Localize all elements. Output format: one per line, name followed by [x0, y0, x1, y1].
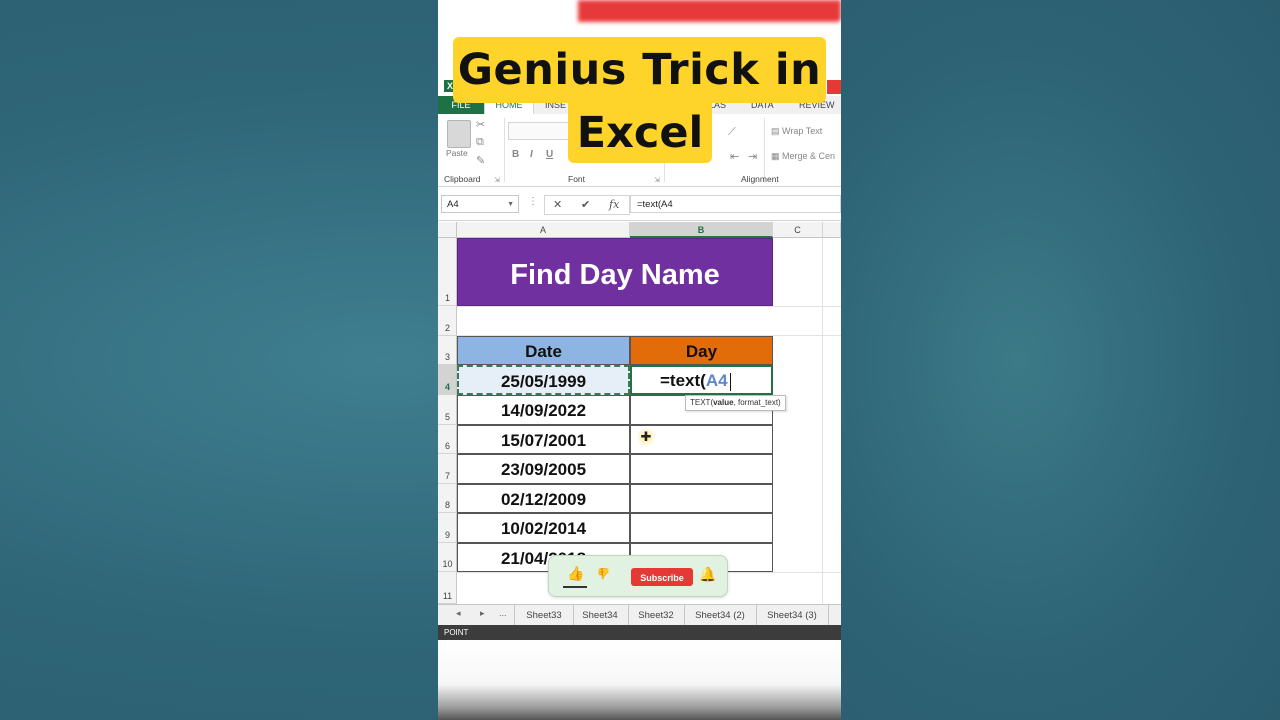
subscribe-button[interactable]: Subscribe	[631, 568, 693, 586]
row-header-2[interactable]: 2	[438, 306, 457, 336]
format-painter-icon[interactable]: ✎	[476, 154, 485, 167]
row-header-1[interactable]: 1	[438, 238, 457, 306]
cell-a9[interactable]: 10/02/2014	[457, 513, 630, 543]
font-name-box[interactable]	[508, 122, 570, 140]
prev-sheet-icon[interactable]: ◂	[456, 608, 461, 619]
cell-b4-editing[interactable]: =text(A4	[630, 365, 773, 395]
insert-function-icon[interactable]: fx	[609, 198, 619, 211]
spreadsheet-grid: A B C 1 2 3 4 5 6 7 8 9 10 11 Find Day N…	[438, 222, 841, 604]
function-tooltip: TEXT(value, format_text)	[685, 395, 786, 411]
name-box[interactable]: A4 ▼	[441, 195, 519, 213]
cell-a4[interactable]: 25/05/1999	[457, 365, 630, 395]
cut-icon[interactable]: ✂	[476, 118, 485, 131]
sheet-tab-bar: ◂ ▸ ... Sheet33 Sheet34 Sheet32 Sheet34 …	[438, 604, 841, 626]
cell-a8[interactable]: 02/12/2009	[457, 484, 630, 513]
bold-button[interactable]: B	[512, 149, 519, 160]
merge-center-label: Merge & Cen	[782, 151, 836, 161]
outdent-icon[interactable]: ⇥	[748, 150, 757, 163]
video-bottom-fade	[438, 640, 841, 720]
orientation-icon[interactable]: ⟋	[728, 126, 736, 139]
column-header-b[interactable]: B	[630, 222, 773, 238]
subscribe-pill: 👍 👍 Subscribe 🔔	[548, 555, 728, 597]
row-header-6[interactable]: 6	[438, 425, 457, 454]
select-all-corner[interactable]	[438, 222, 457, 238]
formula-text: =text(	[660, 371, 706, 390]
day-header-cell[interactable]: Day	[630, 336, 773, 365]
find-day-name-banner[interactable]: Find Day Name	[457, 238, 773, 306]
paste-label: Paste	[446, 148, 468, 158]
underline-button[interactable]: U	[546, 149, 553, 160]
clipboard-group-label: Clipboard	[444, 174, 481, 184]
wrap-text-button[interactable]: ▤ Wrap Text	[771, 126, 822, 137]
font-group-label: Font	[568, 174, 586, 184]
ribbon-separator	[504, 118, 505, 182]
cell-a5[interactable]: 14/09/2022	[457, 395, 630, 425]
indent-icon[interactable]: ⇤	[730, 150, 739, 163]
column-header-c[interactable]: C	[773, 222, 823, 238]
gridline	[822, 238, 823, 604]
more-sheets-button[interactable]: ...	[499, 608, 507, 618]
sheet-tab-sheet34-3[interactable]: Sheet34 (3)	[756, 605, 829, 626]
sheet-tab-sheet33[interactable]: Sheet33	[514, 605, 574, 626]
like-underline	[563, 586, 587, 588]
cell-a6[interactable]: 15/07/2001	[457, 425, 630, 454]
tooltip-rest: , format_text)	[733, 398, 781, 407]
background-right	[841, 0, 1280, 720]
row-header-11[interactable]: 11	[438, 572, 457, 604]
cell-reference: A4	[705, 371, 728, 390]
row-header-9[interactable]: 9	[438, 513, 457, 543]
italic-button[interactable]: I	[530, 149, 533, 160]
cell-b7[interactable]	[630, 454, 773, 484]
text-caret	[729, 372, 731, 391]
chevron-down-icon[interactable]: ▼	[507, 196, 514, 214]
tooltip-arg-value: value	[713, 398, 734, 407]
alignment-group-label: Alignment	[741, 174, 779, 184]
tooltip-fn: TEXT(	[690, 398, 714, 407]
status-bar: POINT	[438, 625, 841, 640]
bell-icon[interactable]: 🔔	[699, 566, 716, 583]
name-box-value: A4	[447, 199, 459, 210]
merge-center-button[interactable]: ▦ Merge & Cen	[771, 151, 835, 162]
row-header-8[interactable]: 8	[438, 484, 457, 513]
wrap-text-label: Wrap Text	[782, 126, 823, 136]
row-header-3[interactable]: 3	[438, 336, 457, 365]
formula-bar: A4 ▼ ⋮ ✕ ✔ fx =text(A4	[438, 192, 841, 221]
video-title-line-2: Excel	[568, 103, 712, 163]
row-header-5[interactable]: 5	[438, 395, 457, 425]
date-header-cell[interactable]: Date	[457, 336, 630, 365]
formula-buttons: ✕ ✔ fx	[544, 195, 630, 215]
row-header-4[interactable]: 4	[438, 365, 457, 395]
formula-input[interactable]: =text(A4	[630, 195, 841, 213]
more-dots-icon: ⋮	[528, 196, 538, 207]
status-mode: POINT	[444, 628, 469, 637]
column-header-a[interactable]: A	[457, 222, 630, 238]
column-header-d[interactable]	[823, 222, 841, 238]
next-sheet-icon[interactable]: ▸	[480, 608, 485, 619]
paste-icon[interactable]	[447, 120, 471, 148]
thumbs-up-icon[interactable]: 👍	[567, 565, 584, 582]
cell-b8[interactable]	[630, 484, 773, 513]
cell-select-cursor-icon: ✚	[636, 427, 656, 447]
thumbs-down-icon[interactable]: 👍	[597, 567, 611, 580]
sheet-tab-sheet32[interactable]: Sheet32	[628, 605, 685, 626]
red-indicator	[827, 80, 841, 94]
row-header-10[interactable]: 10	[438, 543, 457, 572]
enter-check-icon[interactable]: ✔	[581, 198, 590, 211]
sheet-tab-sheet34-2[interactable]: Sheet34 (2)	[684, 605, 757, 626]
sheet-tab-sheet34[interactable]: Sheet34	[572, 605, 629, 626]
cell-a7[interactable]: 23/09/2005	[457, 454, 630, 484]
ribbon-separator	[764, 118, 765, 182]
font-dialog-launcher-icon[interactable]: ⇲	[654, 176, 660, 184]
cell-b9[interactable]	[630, 513, 773, 543]
copy-icon[interactable]: ⧉	[476, 136, 484, 149]
row-header-7[interactable]: 7	[438, 454, 457, 484]
blurred-red-banner	[578, 0, 841, 22]
cancel-icon[interactable]: ✕	[553, 198, 562, 211]
video-title-line-1: Genius Trick in	[453, 37, 826, 103]
dialog-launcher-icon[interactable]: ⇲	[494, 176, 500, 184]
